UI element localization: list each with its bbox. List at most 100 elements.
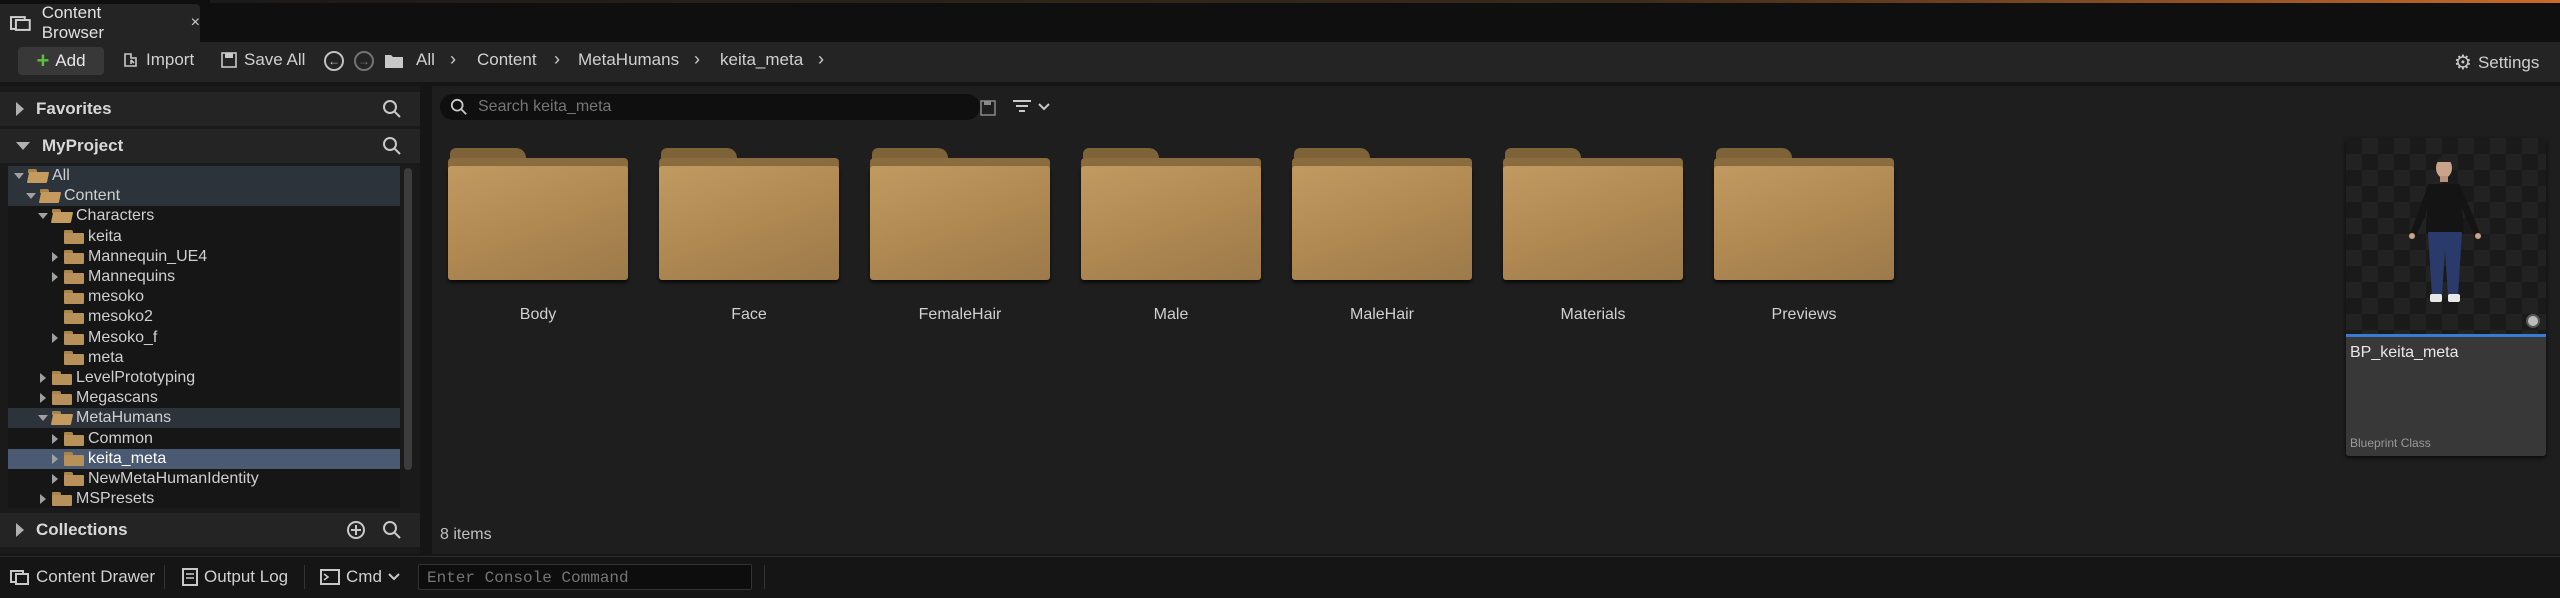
folder-tile[interactable]: Body: [448, 138, 628, 358]
console-box[interactable]: [418, 564, 752, 591]
arrow-glyph: [40, 494, 46, 505]
tree-item[interactable]: Mesoko_f: [8, 328, 400, 348]
close-tab-icon[interactable]: ×: [191, 14, 200, 32]
asset-view: Body Face FemaleHair Male MaleHair Materials P…: [432, 86, 2560, 554]
tab-content-browser[interactable]: Content Browser ×: [0, 3, 200, 42]
asset-tile-blueprint[interactable]: BP_keita_meta Blueprint Class: [2346, 138, 2546, 456]
tree-item[interactable]: meta: [8, 348, 400, 368]
collapse-arrow-icon[interactable]: [12, 173, 26, 179]
folder-icon: [64, 290, 84, 305]
folder-tile[interactable]: Materials: [1503, 138, 1683, 358]
expand-arrow-icon[interactable]: [48, 272, 62, 282]
asset-badge-icon: [2526, 314, 2540, 328]
folder-tile[interactable]: FemaleHair: [870, 138, 1050, 358]
cmd-dropdown[interactable]: Cmd: [320, 567, 400, 587]
collapse-arrow-icon[interactable]: [36, 415, 50, 422]
search-box[interactable]: [440, 94, 980, 120]
folder-icon: [64, 310, 84, 325]
breadcrumb-keita-meta[interactable]: keita_meta: [720, 50, 803, 70]
folder-icon: [448, 148, 628, 280]
search-icon[interactable]: [382, 99, 402, 119]
favorites-header[interactable]: Favorites: [0, 92, 420, 126]
folder-icon: [870, 148, 1050, 280]
filter-button[interactable]: [1012, 98, 1050, 116]
arrow-glyph: [40, 393, 46, 404]
tree-item[interactable]: Common: [8, 429, 400, 449]
expand-arrow-icon[interactable]: [48, 474, 62, 484]
tree-item[interactable]: mesoko: [8, 287, 400, 307]
tree-item[interactable]: MSPresets: [8, 489, 400, 508]
tree-item[interactable]: keita: [8, 227, 400, 247]
forward-arrow-icon[interactable]: →: [354, 51, 374, 71]
gear-icon: ⚙: [2454, 52, 2472, 74]
tree-item[interactable]: NewMetaHumanIdentity: [8, 469, 400, 489]
expand-arrow-icon[interactable]: [48, 251, 62, 262]
tree-item[interactable]: MetaHumans: [8, 408, 400, 429]
content-drawer-button[interactable]: Content Drawer: [10, 567, 155, 587]
arrow-glyph: [52, 453, 58, 464]
project-header[interactable]: MyProject: [0, 129, 420, 163]
breadcrumb-chevron-icon[interactable]: ›: [694, 49, 700, 70]
tree-item[interactable]: mesoko2: [8, 307, 400, 327]
collapse-arrow-icon[interactable]: [24, 193, 38, 200]
chevron-down-icon: [388, 573, 400, 581]
expand-arrow-icon[interactable]: [16, 102, 24, 116]
folder-icon: [52, 371, 72, 385]
tree-item[interactable]: Mannequins: [8, 267, 400, 287]
breadcrumb-content[interactable]: Content: [477, 50, 537, 70]
expand-arrow-icon[interactable]: [48, 433, 62, 444]
tree-item[interactable]: Characters: [8, 206, 400, 226]
folder-icon: [1081, 148, 1261, 280]
tree-item[interactable]: LevelPrototyping: [8, 368, 400, 388]
save-all-button[interactable]: Save All: [220, 50, 305, 70]
divider: [764, 565, 765, 589]
output-log-label: Output Log: [204, 567, 289, 586]
folder-browse-icon[interactable]: [384, 53, 404, 69]
folder-front: [1081, 166, 1261, 280]
breadcrumb-chevron-icon[interactable]: ›: [554, 49, 560, 70]
tree-item[interactable]: All: [8, 166, 400, 186]
tree-item[interactable]: Content: [8, 186, 400, 207]
settings-button[interactable]: ⚙ Settings: [2454, 50, 2539, 75]
expand-arrow-icon[interactable]: [48, 453, 62, 464]
expand-arrow-icon[interactable]: [16, 523, 24, 537]
sources-panel: Favorites MyProject All Content Characters…: [0, 86, 420, 554]
import-button[interactable]: Import: [122, 50, 194, 70]
breadcrumb-metahumans[interactable]: MetaHumans: [578, 50, 679, 70]
folder-tile[interactable]: Male: [1081, 138, 1261, 358]
arrow-glyph: [26, 193, 36, 200]
breadcrumb-chevron-icon[interactable]: ›: [450, 49, 456, 70]
tree-item[interactable]: Megascans: [8, 388, 400, 408]
folder-tile[interactable]: Previews: [1714, 138, 1894, 358]
collapse-arrow-icon[interactable]: [36, 213, 50, 220]
console-input[interactable]: [419, 565, 749, 591]
expand-arrow-icon[interactable]: [48, 332, 62, 343]
collections-header[interactable]: Collections: [0, 513, 420, 547]
folder-tile[interactable]: Face: [659, 138, 839, 358]
folder-icon: [64, 451, 84, 466]
tree-scrollbar[interactable]: [404, 168, 412, 470]
expand-arrow-icon[interactable]: [36, 373, 50, 383]
search-input[interactable]: [478, 98, 958, 116]
status-bar: Content Drawer Output Log Cmd: [0, 556, 2560, 598]
back-arrow-icon[interactable]: ←: [324, 51, 344, 71]
import-label: Import: [146, 50, 195, 69]
item-count: 8 items: [440, 526, 492, 543]
expand-arrow-icon[interactable]: [36, 494, 50, 505]
arrow-glyph: [52, 433, 58, 444]
tree-item[interactable]: keita_meta: [8, 448, 400, 469]
breadcrumb-all[interactable]: All: [416, 50, 435, 70]
breadcrumb-chevron-icon[interactable]: ›: [818, 49, 824, 70]
add-button[interactable]: + Add: [18, 47, 104, 75]
search-icon[interactable]: [382, 520, 402, 540]
tree-item-label: MetaHumans: [76, 409, 172, 427]
folder-front: [448, 166, 628, 280]
expand-arrow-icon[interactable]: [36, 393, 50, 404]
add-collection-icon[interactable]: [346, 520, 366, 540]
folder-tile[interactable]: MaleHair: [1292, 138, 1472, 358]
save-search-icon[interactable]: [980, 100, 996, 116]
collapse-arrow-icon[interactable]: [16, 142, 30, 150]
tree-item[interactable]: Mannequin_UE4: [8, 247, 400, 267]
output-log-button[interactable]: Output Log: [182, 567, 288, 587]
search-icon[interactable]: [382, 136, 402, 156]
